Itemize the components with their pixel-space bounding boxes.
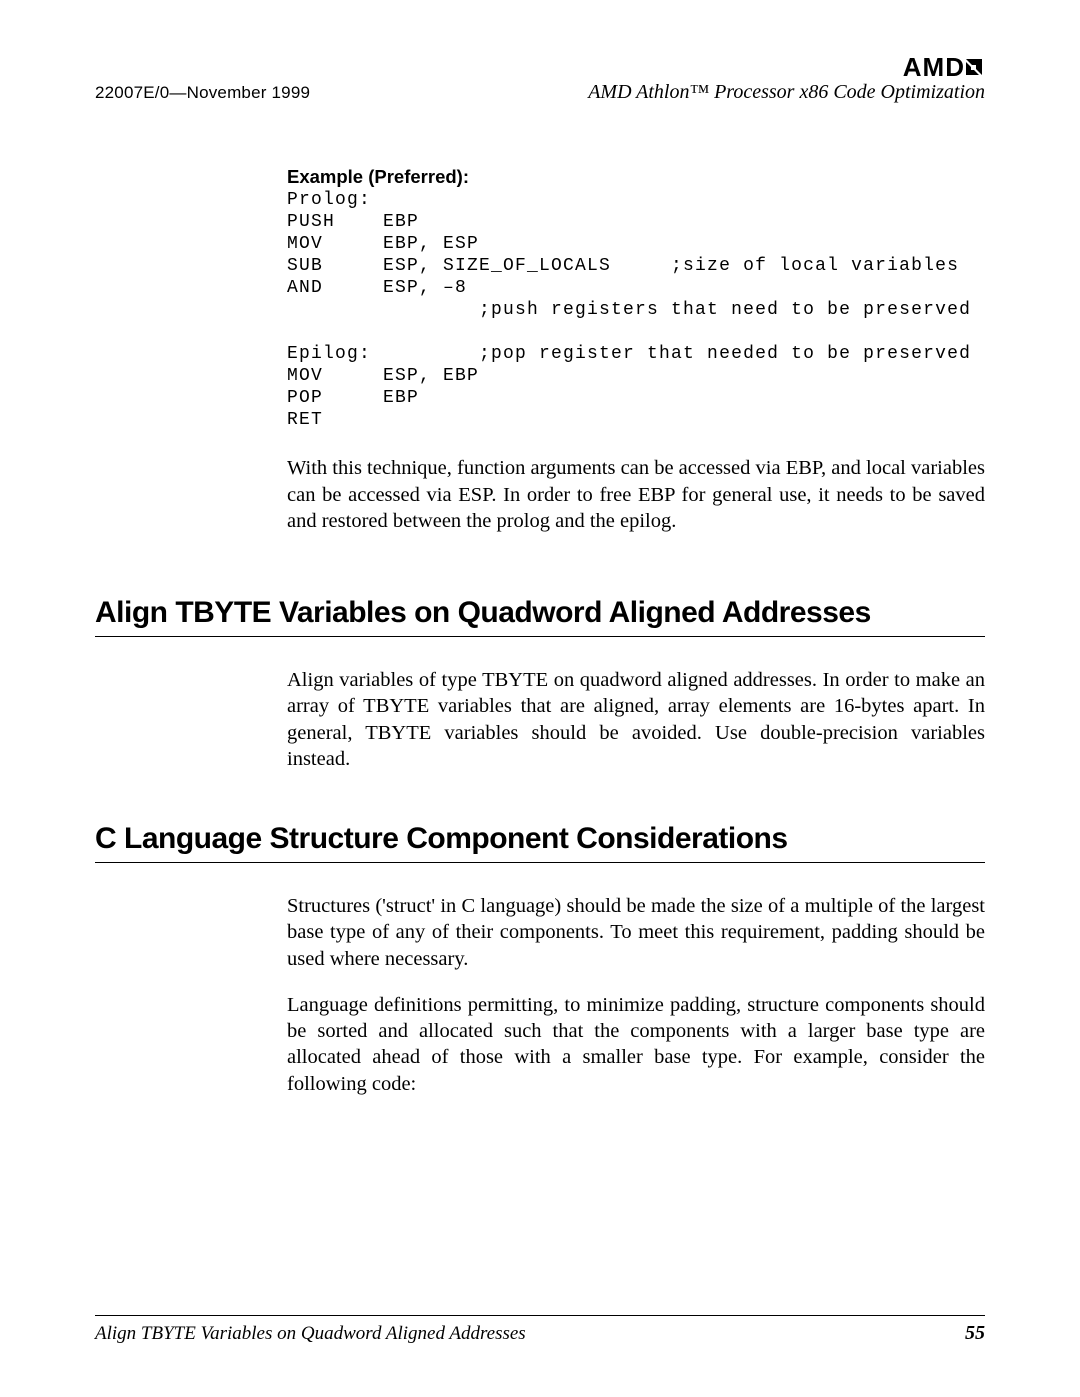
document-id: 22007E/0—November 1999	[95, 83, 310, 103]
content: Example (Preferred): Prolog: PUSH EBP MO…	[95, 166, 985, 1097]
code-block: Prolog: PUSH EBP MOV EBP, ESP SUB ESP, S…	[287, 190, 985, 431]
amd-logo: AMD	[903, 52, 985, 85]
paragraph-4: Language definitions permitting, to mini…	[287, 992, 985, 1097]
section-heading-c-struct: C Language Structure Component Considera…	[95, 822, 985, 863]
footer: Align TBYTE Variables on Quadword Aligne…	[95, 1315, 985, 1345]
footer-title: Align TBYTE Variables on Quadword Aligne…	[95, 1323, 526, 1345]
footer-page-number: 55	[965, 1322, 985, 1345]
section-body-c-struct: Structures ('struct' in C language) shou…	[287, 893, 985, 1097]
example-label: Example (Preferred):	[287, 166, 985, 188]
section-heading-tbyte: Align TBYTE Variables on Quadword Aligne…	[95, 596, 985, 637]
page: AMD 22007E/0—November 1999 AMD Athlon™ P…	[0, 0, 1080, 1397]
amd-arrow-icon	[963, 54, 985, 85]
logo-text: AMD	[903, 52, 965, 82]
paragraph-1: With this technique, function arguments …	[287, 455, 985, 534]
paragraph-2: Align variables of type TBYTE on quadwor…	[287, 667, 985, 772]
section-body-tbyte: Align variables of type TBYTE on quadwor…	[287, 667, 985, 772]
header-row: 22007E/0—November 1999 AMD Athlon™ Proce…	[95, 81, 985, 104]
paragraph-3: Structures ('struct' in C language) shou…	[287, 893, 985, 972]
example-block: Example (Preferred): Prolog: PUSH EBP MO…	[287, 166, 985, 534]
